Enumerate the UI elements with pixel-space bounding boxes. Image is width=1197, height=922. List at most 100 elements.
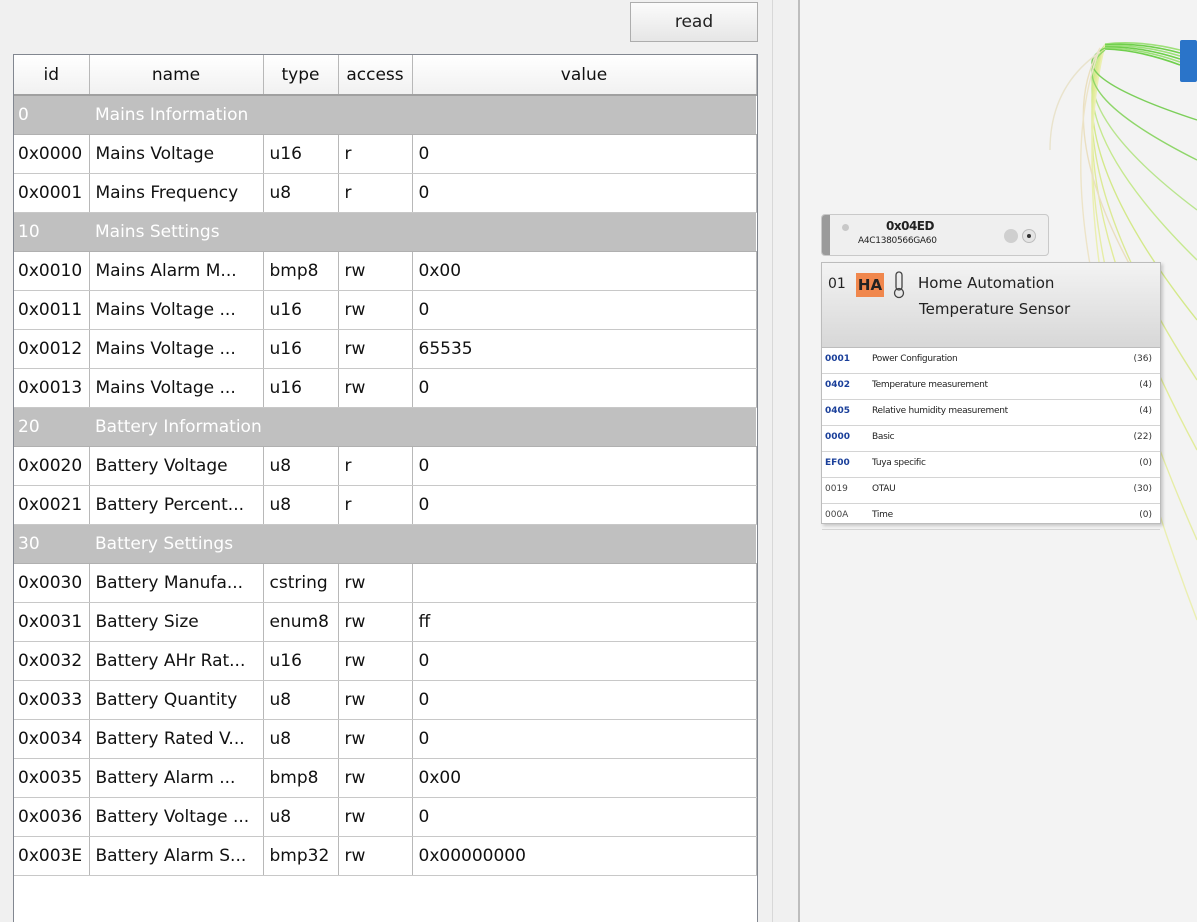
cluster-name: Relative humidity measurement [872, 406, 1008, 416]
table-row[interactable]: 0x0013 Mains Voltage ... u16 rw 0 [14, 368, 757, 408]
table-row[interactable]: 0x0021 Battery Percent... u8 r 0 [14, 485, 757, 525]
cluster-attribute-count: (0) [1139, 458, 1152, 468]
endpoint-card[interactable]: 01 HA Home Automation Temperature Sensor… [821, 262, 1161, 530]
cell-name: Battery Voltage [89, 446, 264, 486]
cell-value: 0 [412, 173, 757, 213]
cell-name: Mains Alarm M... [89, 251, 264, 291]
endpoint-number: 01 [828, 276, 846, 292]
attribute-panel: read id name type access value 0 Mains In… [0, 0, 772, 922]
cluster-item[interactable]: 0001 Power Configuration (36) [822, 348, 1160, 374]
column-header-type[interactable]: type [263, 55, 339, 96]
node-indicator-dot [842, 224, 849, 231]
column-header-id[interactable]: id [14, 55, 90, 96]
cell-value: 0x00000000 [412, 836, 757, 876]
panel-splitter[interactable] [772, 0, 800, 922]
cell-value: ff [412, 602, 757, 642]
cell-name: Battery Alarm ... [89, 758, 264, 798]
cell-value: 0 [412, 368, 757, 408]
group-name-cell: Battery Settings [89, 524, 756, 564]
cell-name: Battery Size [89, 602, 264, 642]
table-row[interactable]: 0x0031 Battery Size enum8 rw ff [14, 602, 757, 642]
cluster-attribute-count: (22) [1133, 432, 1152, 442]
cell-id: 0x0010 [14, 251, 90, 291]
cell-name: Battery Manufa... [89, 563, 264, 603]
cell-id: 0x0021 [14, 485, 90, 525]
cluster-name: Basic [872, 432, 895, 442]
table-row[interactable]: 0x0000 Mains Voltage u16 r 0 [14, 134, 757, 174]
cluster-item[interactable]: 0000 Basic (22) [822, 426, 1160, 452]
cluster-attribute-count: (4) [1139, 406, 1152, 416]
node-mac-address: A4C1380566GA60 [858, 236, 937, 246]
table-group-row[interactable]: 0 Mains Information [14, 95, 756, 135]
table-group-row[interactable]: 20 Battery Information [14, 407, 756, 447]
cell-access: rw [338, 719, 413, 759]
node-graph-canvas[interactable]: 0x04ED A4C1380566GA60 01 HA Home Automat… [800, 0, 1197, 922]
cluster-item[interactable]: 0402 Temperature measurement (4) [822, 374, 1160, 400]
cluster-id: 0405 [825, 406, 851, 416]
cell-id: 0x0000 [14, 134, 90, 174]
table-row[interactable]: 0x0035 Battery Alarm ... bmp8 rw 0x00 [14, 758, 757, 798]
group-name-cell: Mains Settings [89, 212, 756, 252]
endpoint-device-line1: Home Automation [918, 274, 1055, 292]
group-name-cell: Mains Information [89, 95, 756, 135]
table-group-row[interactable]: 10 Mains Settings [14, 212, 756, 252]
node-socket-active-icon[interactable] [1022, 229, 1036, 243]
cluster-id: 0000 [825, 432, 851, 442]
cluster-name: Temperature measurement [872, 380, 988, 390]
column-header-access[interactable]: access [338, 55, 413, 96]
cell-id: 0x0001 [14, 173, 90, 213]
table-row[interactable]: 0x0034 Battery Rated V... u8 rw 0 [14, 719, 757, 759]
cell-access: rw [338, 602, 413, 642]
cell-type: u8 [263, 680, 339, 720]
node-socket-icon[interactable] [1004, 229, 1018, 243]
cell-access: rw [338, 758, 413, 798]
cluster-attribute-count: (36) [1133, 354, 1152, 364]
cell-name: Mains Voltage ... [89, 368, 264, 408]
table-row[interactable]: 0x0032 Battery AHr Rat... u16 rw 0 [14, 641, 757, 681]
cell-access: rw [338, 797, 413, 837]
endpoint-device-line2: Temperature Sensor [919, 300, 1071, 318]
table-group-row[interactable]: 30 Battery Settings [14, 524, 756, 564]
cell-value: 0 [412, 680, 757, 720]
cell-name: Battery Quantity [89, 680, 264, 720]
table-header-row: id name type access value [14, 55, 757, 96]
cluster-item[interactable]: 0019 OTAU (30) [822, 478, 1160, 504]
attribute-table-body: 0 Mains Information 0x0000 Mains Voltage u16… [14, 95, 757, 876]
cell-id: 0x003E [14, 836, 90, 876]
column-header-name[interactable]: name [89, 55, 264, 96]
cluster-id: 0001 [825, 354, 851, 364]
table-row[interactable]: 0x0011 Mains Voltage ... u16 rw 0 [14, 290, 757, 330]
cell-id: 0x0036 [14, 797, 90, 837]
cell-type: u8 [263, 173, 339, 213]
group-id-cell: 10 [14, 212, 89, 252]
table-row[interactable]: 0x0036 Battery Voltage ... u8 rw 0 [14, 797, 757, 837]
cell-access: rw [338, 368, 413, 408]
cell-value: 0 [412, 797, 757, 837]
cell-id: 0x0035 [14, 758, 90, 798]
cell-name: Battery AHr Rat... [89, 641, 264, 681]
read-button[interactable]: read [630, 2, 758, 42]
profile-badge: HA [856, 273, 884, 297]
cell-type: u8 [263, 446, 339, 486]
cell-type: u8 [263, 485, 339, 525]
cell-access: rw [338, 251, 413, 291]
cluster-item[interactable]: EF00 Tuya specific (0) [822, 452, 1160, 478]
table-row[interactable]: 0x003E Battery Alarm S... bmp32 rw 0x0000000… [14, 836, 757, 876]
cluster-list: 0001 Power Configuration (36) 0402 Temperatu… [822, 348, 1160, 530]
table-row[interactable]: 0x0012 Mains Voltage ... u16 rw 65535 [14, 329, 757, 369]
cluster-item[interactable]: 0405 Relative humidity measurement (4) [822, 400, 1160, 426]
cell-access: rw [338, 329, 413, 369]
cluster-id: 000A [825, 510, 849, 520]
cluster-item[interactable]: 000A Time (0) [822, 504, 1160, 530]
cell-value: 0 [412, 485, 757, 525]
table-row[interactable]: 0x0033 Battery Quantity u8 rw 0 [14, 680, 757, 720]
table-row[interactable]: 0x0010 Mains Alarm M... bmp8 rw 0x00 [14, 251, 757, 291]
coordinator-node-edge[interactable] [1180, 40, 1197, 82]
table-row[interactable]: 0x0001 Mains Frequency u8 r 0 [14, 173, 757, 213]
cell-access: rw [338, 641, 413, 681]
table-row[interactable]: 0x0030 Battery Manufa... cstring rw [14, 563, 757, 603]
column-header-value[interactable]: value [412, 55, 757, 96]
table-row[interactable]: 0x0020 Battery Voltage u8 r 0 [14, 446, 757, 486]
cell-access: r [338, 173, 413, 213]
node-header[interactable]: 0x04ED A4C1380566GA60 [821, 214, 1049, 256]
